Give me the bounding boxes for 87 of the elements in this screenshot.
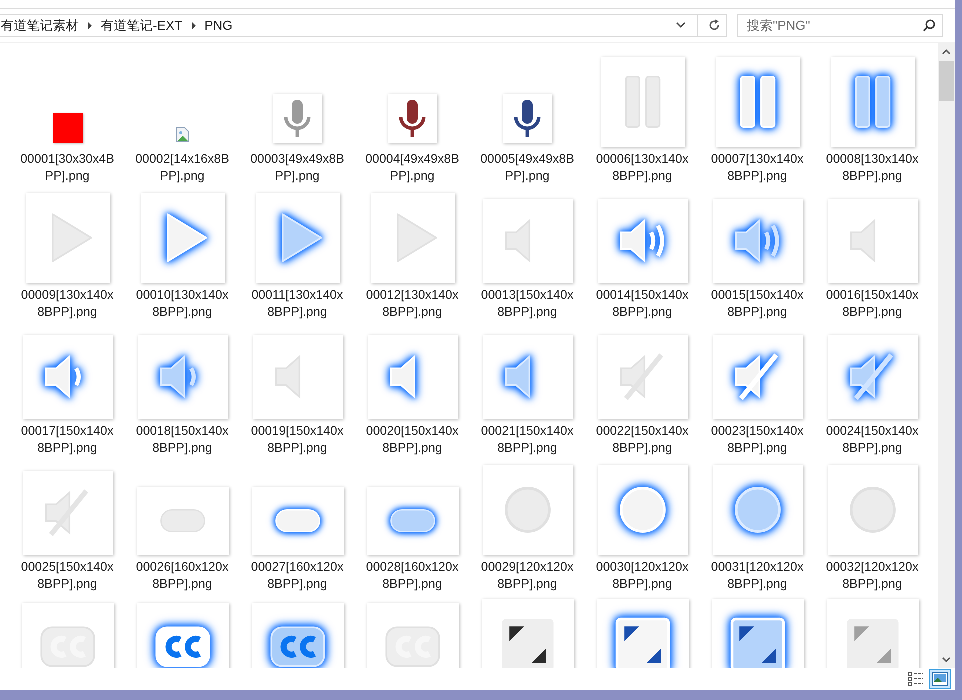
file-name: 00016[150x140x8BPP].png [825,287,920,321]
file-name: 00012[130x140x8BPP].png [365,287,460,321]
file-name: 00031[120x120x8BPP].png [710,559,805,593]
file-name: 00026[160x120x8BPP].png [135,559,230,593]
vertical-scrollbar[interactable] [938,43,955,668]
search-icon[interactable] [923,19,936,32]
pause-thumbnail[interactable] [830,57,914,147]
file-name: 00025[150x140x8BPP].png [20,559,115,593]
speaker-thumbnail[interactable] [712,199,802,283]
file-name: 00015[150x140x8BPP].png [710,287,805,321]
refresh-icon [708,19,720,32]
pause-thumbnail[interactable] [600,57,684,147]
circle-thumbnail[interactable] [712,465,802,555]
file-name: 00023[150x140x8BPP].png [710,423,805,457]
scroll-thumb[interactable] [939,61,954,101]
file-name: 00030[120x120x8BPP].png [595,559,690,593]
pause-thumbnail[interactable] [716,57,800,147]
thumbnail[interactable] [503,94,552,143]
play-thumbnail[interactable] [370,193,454,283]
file-name: 00008[130x140x8BPP].png [825,151,920,185]
captions-thumbnail[interactable] [22,603,114,668]
breadcrumb-item[interactable]: 有道笔记素材 [1,16,79,34]
pill-thumbnail[interactable] [366,487,458,555]
file-name: 00007[130x140x8BPP].png [710,151,805,185]
thumbnail[interactable] [388,94,437,143]
resize-thumbnail[interactable] [482,599,574,668]
chevron-right-icon[interactable] [87,22,93,30]
file-name: 00011[130x140x8BPP].png [250,287,344,321]
file-name: 00005[49x49x8BPP].png [480,151,576,185]
speaker-thumbnail[interactable] [598,199,688,283]
resize-thumbnail[interactable] [826,599,918,668]
speaker-thumbnail[interactable] [482,199,572,283]
file-name: 00029[120x120x8BPP].png [480,559,575,593]
file-name: 00002[14x16x8BPP].png [134,151,230,185]
file-name: 00006[130x140x8BPP].png [595,151,690,185]
file-name: 00001[30x30x4BPP].png [20,151,116,185]
file-name: 00009[130x140x8BPP].png [20,287,115,321]
square-thumbnail[interactable] [52,113,82,143]
file-name: 00032[120x120x8BPP].png [825,559,920,593]
speaker-thumbnail[interactable] [22,335,112,419]
broken-image-icon[interactable] [176,127,190,143]
thumbnail[interactable] [273,94,322,143]
address-bar[interactable]: 有道笔记素材 有道笔记-EXT PNG [0,14,727,37]
circle-thumbnail[interactable] [828,465,918,555]
file-name: 00021[150x140x8BPP].png [480,423,575,457]
breadcrumb-item[interactable]: PNG [204,18,233,33]
file-name: 00003[49x49x8BPP].png [250,151,346,185]
circle-thumbnail[interactable] [598,465,688,555]
captions-thumbnail[interactable] [366,603,458,668]
chevron-down-icon [676,22,686,29]
chevron-right-icon[interactable] [190,22,197,30]
resize-thumbnail[interactable] [596,599,688,668]
breadcrumb-item[interactable]: 有道笔记-EXT [101,16,183,34]
pill-thumbnail[interactable] [252,487,344,555]
resize-thumbnail[interactable] [712,599,804,668]
muted-speaker-thumbnail[interactable] [598,335,688,419]
file-name: 00028[160x120x8BPP].png [365,559,460,593]
file-name: 00022[150x140x8BPP].png [595,423,690,457]
play-thumbnail[interactable] [256,193,340,283]
chevron-up-icon [942,48,951,54]
search-box[interactable]: 搜索"PNG" [737,14,943,37]
file-name: 00010[130x140x8BPP].png [135,287,230,321]
chevron-down-icon [942,656,951,662]
circle-thumbnail[interactable] [482,465,572,555]
speaker-thumbnail[interactable] [138,335,228,419]
file-name: 00017[150x140x8BPP].png [20,423,115,457]
muted-speaker-thumbnail[interactable] [828,335,918,419]
speaker-thumbnail[interactable] [368,335,458,419]
file-name: 00024[150x140x8BPP].png [825,423,920,457]
file-name: 00013[150x140x8BPP].png [480,287,575,321]
file-name: 00027[160x120x8BPP].png [250,559,345,593]
muted-speaker-thumbnail[interactable] [22,471,112,555]
speaker-thumbnail[interactable] [828,199,918,283]
file-name: 00014[150x140x8BPP].png [595,287,690,321]
speaker-thumbnail[interactable] [252,335,342,419]
file-name: 00020[150x140x8BPP].png [365,423,460,457]
captions-thumbnail[interactable] [252,603,344,668]
file-name: 00004[49x49x8BPP].png [364,151,460,185]
pill-thumbnail[interactable] [136,487,228,555]
play-thumbnail[interactable] [26,193,110,283]
muted-speaker-thumbnail[interactable] [712,335,802,419]
speaker-thumbnail[interactable] [482,335,572,419]
large-icons-view-button[interactable] [929,669,951,689]
play-thumbnail[interactable] [140,193,224,283]
file-name: 00018[150x140x8BPP].png [135,423,230,457]
file-name: 00019[150x140x8BPP].png [250,423,345,457]
captions-thumbnail[interactable] [136,603,228,668]
